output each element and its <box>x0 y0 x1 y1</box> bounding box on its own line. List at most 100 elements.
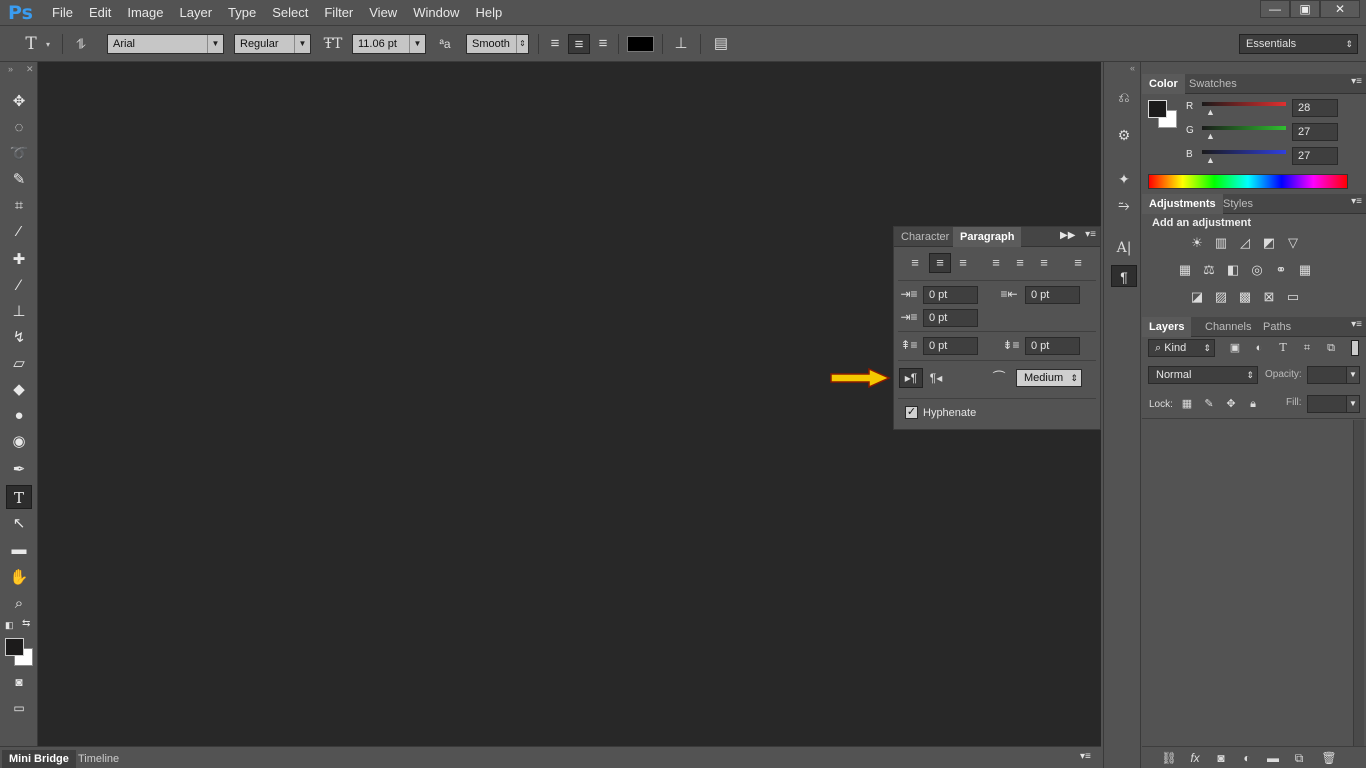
channel-g-slider[interactable] <box>1202 126 1286 130</box>
font-size-select[interactable]: 11.06 pt ▼ <box>352 34 426 54</box>
chevron-down-icon[interactable]: ▼ <box>1346 395 1360 413</box>
panel-menu-icon[interactable]: ▾≡ <box>1351 76 1362 87</box>
indent-right-input[interactable]: 0 pt <box>1025 286 1080 304</box>
filter-smart-object-icon[interactable]: ⧉ <box>1322 340 1340 356</box>
slider-thumb-icon[interactable]: ▲ <box>1206 131 1215 141</box>
type-tool-preset-icon[interactable]: T <box>20 34 42 54</box>
panel-menu-icon[interactable]: ▾≡ <box>1351 319 1362 330</box>
layers-list[interactable] <box>1144 420 1352 746</box>
channel-mixer-icon[interactable]: ⚭ <box>1272 262 1290 278</box>
font-family-select[interactable]: Arial ▼ <box>107 34 224 54</box>
lasso-tool-icon[interactable]: ➰ <box>6 142 32 166</box>
tab-timeline[interactable]: Timeline <box>71 750 126 768</box>
panel-menu-icon[interactable]: ▾≡ <box>1351 196 1362 207</box>
black-white-icon[interactable]: ◧ <box>1224 262 1242 278</box>
brightness-contrast-icon[interactable]: ☀ <box>1188 235 1206 251</box>
eyedropper-tool-icon[interactable]: ⁄ <box>6 220 32 244</box>
marquee-tool-icon[interactable]: ◌ <box>6 116 32 140</box>
channel-r-slider[interactable] <box>1202 102 1286 106</box>
invert-icon[interactable]: ◪ <box>1188 289 1206 305</box>
tab-styles[interactable]: Styles <box>1216 194 1260 214</box>
lock-all-icon[interactable]: 🔒︎ <box>1244 396 1262 412</box>
photo-filter-icon[interactable]: ◎ <box>1248 262 1266 278</box>
selective-color-icon[interactable]: ⊠ <box>1260 289 1278 305</box>
indent-left-input[interactable]: 0 pt <box>923 286 978 304</box>
channel-g-input[interactable]: 27 <box>1292 123 1338 141</box>
paint-bucket-tool-icon[interactable]: ◆ <box>6 378 32 402</box>
right-to-left-icon[interactable]: ¶◂ <box>925 370 947 386</box>
move-tool-icon[interactable]: ✥ <box>6 90 32 114</box>
color-fg-swatch[interactable] <box>1148 100 1167 118</box>
chevron-down-icon[interactable]: ▼ <box>1346 366 1360 384</box>
rectangle-tool-icon[interactable]: ▬ <box>6 538 32 562</box>
history-brush-tool-icon[interactable]: ↯ <box>6 326 32 350</box>
composer-select[interactable]: Medium ⇕ <box>1016 369 1082 387</box>
filter-adjustment-icon[interactable]: ◐ <box>1250 340 1268 356</box>
text-orientation-icon[interactable]: ⥮ <box>70 34 92 54</box>
tab-layers[interactable]: Layers <box>1142 317 1192 337</box>
tab-paragraph[interactable]: Paragraph <box>953 227 1022 247</box>
menu-file[interactable]: File <box>44 5 81 20</box>
panel-menu-icon[interactable]: ▾≡ <box>1080 751 1091 762</box>
pen-tool-icon[interactable]: ✒ <box>6 458 32 482</box>
fill-input[interactable] <box>1307 395 1349 413</box>
adjustment-layer-icon[interactable]: ◐ <box>1238 750 1256 766</box>
hand-tool-icon[interactable]: ✋ <box>6 566 32 590</box>
history-panel-icon[interactable]: ⎌ <box>1111 86 1137 108</box>
threshold-icon[interactable]: ▩ <box>1236 289 1254 305</box>
levels-icon[interactable]: ▥ <box>1212 235 1230 251</box>
swap-colors-icon[interactable]: ⇆ <box>22 618 30 629</box>
panels-toggle-icon[interactable]: ▤ <box>710 34 732 54</box>
menu-window[interactable]: Window <box>405 5 467 20</box>
align-center-icon[interactable]: ≡ <box>929 253 951 273</box>
path-select-tool-icon[interactable]: ↖ <box>6 512 32 536</box>
blur-tool-icon[interactable]: ● <box>6 404 32 428</box>
filter-pixel-icon[interactable]: ▣ <box>1226 340 1244 356</box>
justify-right-icon[interactable]: ≡ <box>1035 255 1053 271</box>
font-style-select[interactable]: Regular ▼ <box>234 34 311 54</box>
restore-button[interactable]: ▣ <box>1290 0 1320 18</box>
justify-left-icon[interactable]: ≡ <box>987 255 1005 271</box>
slider-thumb-icon[interactable]: ▲ <box>1206 155 1215 165</box>
brush-tool-icon[interactable]: ∕ <box>6 274 32 298</box>
link-layers-icon[interactable]: ⛓ <box>1160 750 1178 766</box>
tab-adjustments[interactable]: Adjustments <box>1142 194 1223 214</box>
collapse-icon[interactable]: » <box>8 64 13 74</box>
tab-color[interactable]: Color <box>1142 74 1185 94</box>
tab-character[interactable]: Character <box>894 227 956 247</box>
tab-channels[interactable]: Channels <box>1198 317 1258 337</box>
close-button[interactable]: ✕ <box>1320 0 1360 18</box>
menu-edit[interactable]: Edit <box>81 5 119 20</box>
panel-menu-icon[interactable]: ▾≡ <box>1085 229 1096 240</box>
crop-tool-icon[interactable]: ⌗ <box>6 194 32 218</box>
align-right-icon[interactable]: ≡ <box>592 34 614 54</box>
space-after-input[interactable]: 0 pt <box>1025 337 1080 355</box>
align-center-icon[interactable]: ≡ <box>568 34 590 54</box>
indent-first-line-input[interactable]: 0 pt <box>923 309 978 327</box>
channel-r-input[interactable]: 28 <box>1292 99 1338 117</box>
color-spectrum-bar[interactable] <box>1148 174 1348 189</box>
clone-stamp-tool-icon[interactable]: ⊥ <box>6 300 32 324</box>
align-right-icon[interactable]: ≡ <box>954 255 972 271</box>
tab-paths[interactable]: Paths <box>1256 317 1298 337</box>
new-layer-icon[interactable]: ⧉ <box>1290 750 1308 766</box>
collapse-panel-icon[interactable]: ▶▶ <box>1060 230 1075 241</box>
vibrance-icon[interactable]: ▽ <box>1284 235 1302 251</box>
tab-mini-bridge[interactable]: Mini Bridge <box>2 750 76 768</box>
expand-icon[interactable]: « <box>1130 63 1135 73</box>
opacity-input[interactable] <box>1307 366 1349 384</box>
layer-style-icon[interactable]: fx <box>1186 750 1204 766</box>
slider-thumb-icon[interactable]: ▲ <box>1206 107 1215 117</box>
menu-help[interactable]: Help <box>467 5 510 20</box>
color-lookup-icon[interactable]: ▦ <box>1296 262 1314 278</box>
brush-panel-icon[interactable]: ⥲ <box>1111 194 1137 216</box>
antialias-select[interactable]: Smooth ⇕ <box>466 34 529 54</box>
character-panel-icon[interactable]: A| <box>1111 237 1137 259</box>
menu-image[interactable]: Image <box>119 5 171 20</box>
filter-toggle-switch[interactable] <box>1351 340 1359 356</box>
menu-layer[interactable]: Layer <box>172 5 221 20</box>
menu-view[interactable]: View <box>361 5 405 20</box>
posterize-icon[interactable]: ▨ <box>1212 289 1230 305</box>
paragraph-panel-icon[interactable]: ¶ <box>1111 265 1137 287</box>
chevron-down-icon[interactable]: ▾ <box>46 40 50 49</box>
